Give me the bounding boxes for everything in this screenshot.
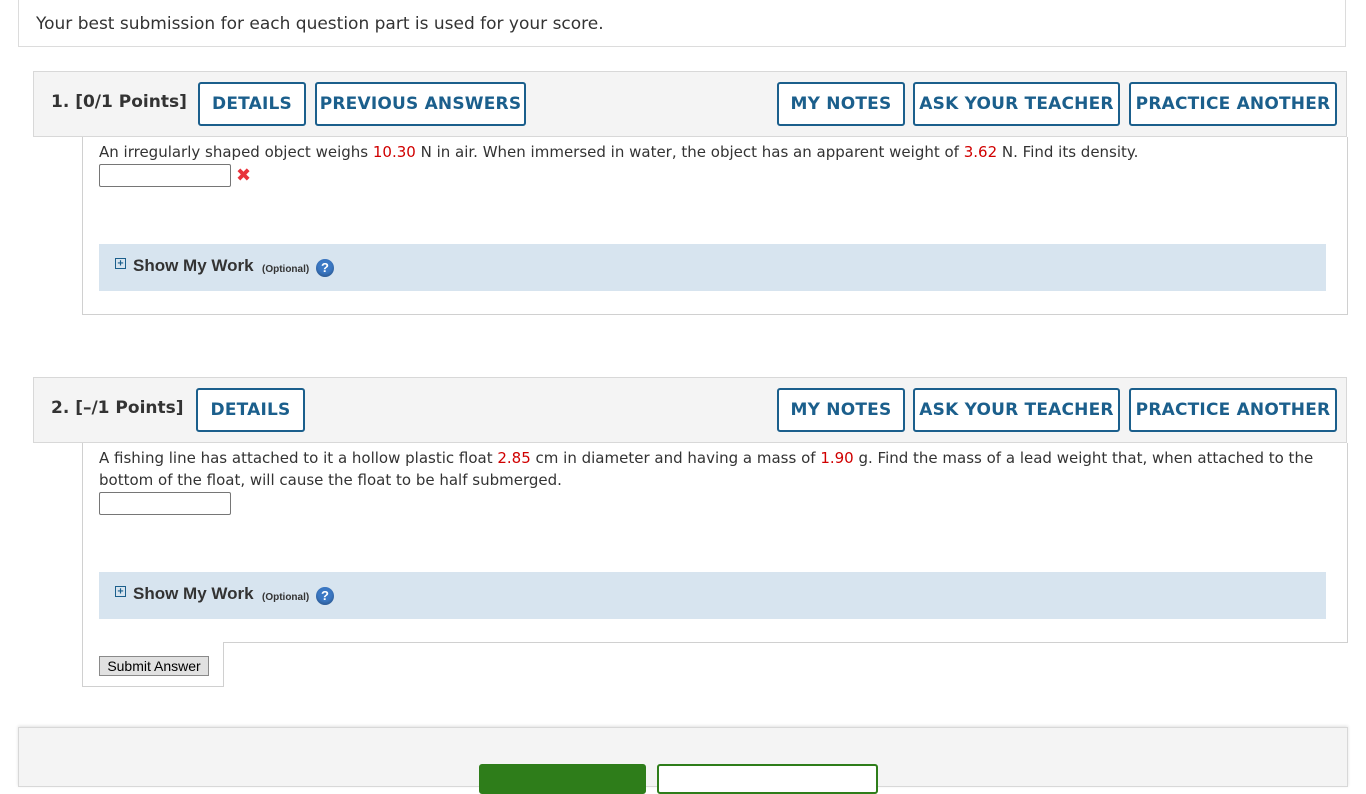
- show-my-work-bar[interactable]: + Show My Work (Optional) ?: [99, 572, 1326, 619]
- score-info-text: Your best submission for each question p…: [36, 14, 604, 34]
- ask-your-teacher-button[interactable]: ASK YOUR TEACHER: [913, 82, 1120, 126]
- question-text-part: A fishing line has attached to it a holl…: [99, 449, 498, 467]
- details-button[interactable]: DETAILS: [198, 82, 306, 126]
- practice-another-button[interactable]: PRACTICE ANOTHER: [1129, 82, 1337, 126]
- footer-actions: [18, 727, 1348, 794]
- show-my-work-label[interactable]: Show My Work: [133, 256, 254, 276]
- question-text-part: N in air. When immersed in water, the ob…: [415, 143, 964, 161]
- details-button[interactable]: DETAILS: [196, 388, 305, 432]
- question-2-body: A fishing line has attached to it a holl…: [82, 443, 1348, 643]
- given-value: 1.90: [820, 449, 854, 467]
- answer-input[interactable]: [99, 164, 231, 187]
- score-info-box: Your best submission for each question p…: [18, 0, 1346, 47]
- expand-icon[interactable]: +: [115, 258, 126, 269]
- my-notes-button[interactable]: MY NOTES: [777, 388, 905, 432]
- help-icon[interactable]: ?: [316, 259, 334, 277]
- question-2-text: A fishing line has attached to it a holl…: [99, 447, 1329, 491]
- given-value: 10.30: [372, 143, 416, 161]
- show-my-work-bar[interactable]: + Show My Work (Optional) ?: [99, 244, 1326, 291]
- practice-another-button[interactable]: PRACTICE ANOTHER: [1129, 388, 1337, 432]
- given-value: 3.62: [963, 143, 998, 161]
- previous-answers-button[interactable]: PREVIOUS ANSWERS: [315, 82, 526, 126]
- expand-icon[interactable]: +: [115, 586, 126, 597]
- submit-answer-button[interactable]: Submit Answer: [99, 656, 209, 676]
- ask-your-teacher-button[interactable]: ASK YOUR TEACHER: [913, 388, 1120, 432]
- my-notes-button[interactable]: MY NOTES: [777, 82, 905, 126]
- optional-label: (Optional): [262, 264, 310, 275]
- answer-input[interactable]: [99, 492, 231, 515]
- question-2-title: 2. [–/1 Points]: [51, 398, 184, 418]
- optional-label: (Optional): [262, 592, 310, 603]
- question-text-part: An irregularly shaped object weighs: [99, 143, 373, 161]
- question-2-header: 2. [–/1 Points] DETAILS MY NOTES ASK YOU…: [33, 377, 1347, 443]
- show-my-work-label[interactable]: Show My Work: [133, 584, 254, 604]
- question-1-title: 1. [0/1 Points]: [51, 92, 187, 112]
- question-1-body: An irregularly shaped object weighs 10.3…: [82, 137, 1348, 315]
- footer-primary-button[interactable]: [479, 764, 646, 794]
- question-text-part: N. Find its density.: [997, 143, 1139, 161]
- submit-area: Submit Answer: [82, 642, 224, 687]
- question-1-text: An irregularly shaped object weighs 10.3…: [99, 141, 1329, 163]
- help-icon[interactable]: ?: [316, 587, 334, 605]
- given-value: 2.85: [497, 449, 531, 467]
- question-text-part: cm in diameter and having a mass of: [530, 449, 821, 467]
- footer-secondary-button[interactable]: [657, 764, 878, 794]
- incorrect-icon: ✖: [236, 165, 252, 186]
- question-1-header: 1. [0/1 Points] DETAILS PREVIOUS ANSWERS…: [33, 71, 1347, 137]
